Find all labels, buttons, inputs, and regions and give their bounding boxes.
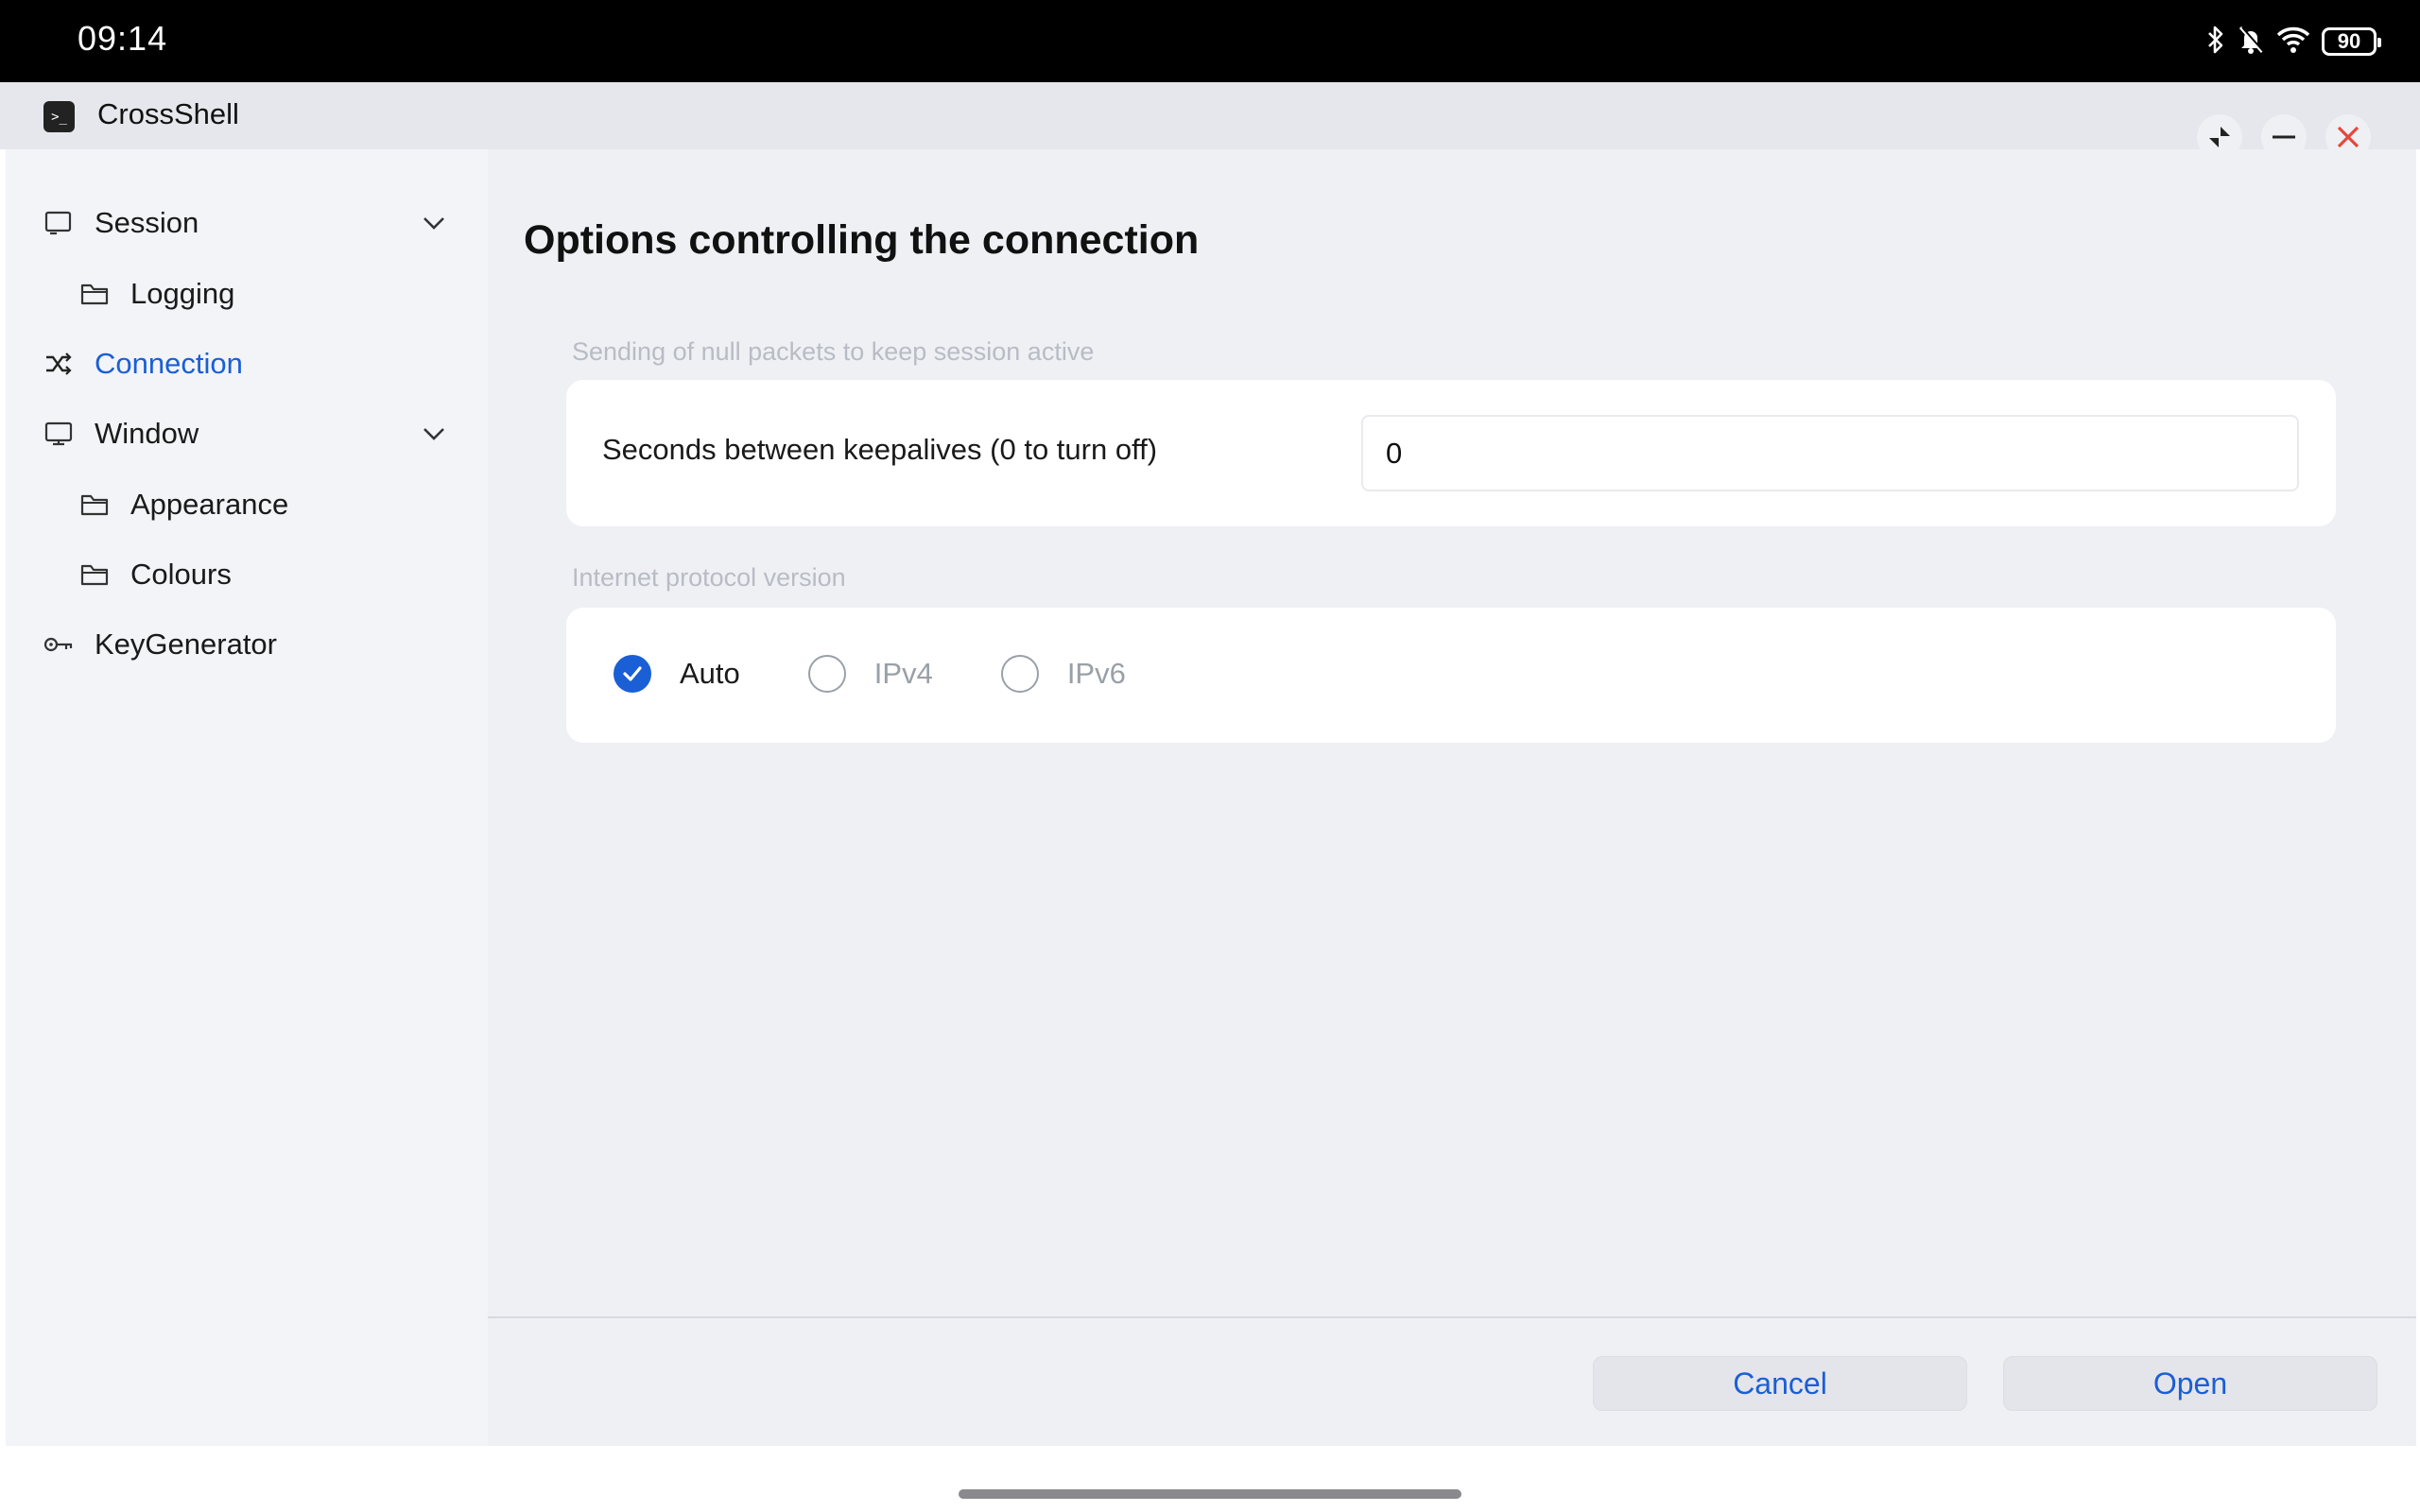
page-title: Options controlling the connection — [524, 217, 1200, 263]
sidebar-item-session[interactable]: Session — [6, 196, 488, 250]
folder-icon — [78, 488, 112, 522]
keepalive-caption: Sending of null packets to keep session … — [572, 337, 1095, 366]
sidebar-item-keygenerator[interactable]: KeyGenerator — [6, 617, 488, 672]
keepalive-label: Seconds between keepalives (0 to turn of… — [602, 433, 1158, 466]
folder-icon — [78, 558, 112, 592]
sidebar-item-label: Appearance — [130, 488, 289, 521]
radio-label: IPv6 — [1066, 657, 1126, 690]
radio-circle-icon — [807, 655, 846, 693]
battery-icon: 90 — [2322, 27, 2381, 56]
sidebar-item-window[interactable]: Window — [6, 406, 488, 461]
keepalive-card: Seconds between keepalives (0 to turn of… — [566, 380, 2336, 526]
folder-icon — [78, 277, 112, 311]
radio-ipv6[interactable]: IPv6 — [1000, 655, 1126, 693]
protocol-caption: Internet protocol version — [572, 563, 846, 592]
shuffle-icon — [42, 347, 76, 381]
radio-ipv4[interactable]: IPv4 — [807, 655, 933, 693]
sidebar-item-colours[interactable]: Colours — [6, 547, 488, 602]
cancel-button[interactable]: Cancel — [1593, 1356, 1967, 1411]
monitor-icon — [42, 206, 76, 240]
protocol-card: Auto IPv4 IPv6 — [566, 608, 2336, 743]
sidebar-item-label: Session — [95, 206, 199, 239]
sidebar-item-appearance[interactable]: Appearance — [6, 477, 488, 532]
radio-label: Auto — [680, 657, 740, 690]
home-indicator[interactable] — [959, 1489, 1461, 1499]
sidebar-item-label: Window — [95, 417, 199, 450]
radio-auto[interactable]: Auto — [614, 655, 740, 693]
terminal-icon: >_ — [43, 101, 75, 132]
sidebar-item-label: Colours — [130, 558, 232, 591]
key-icon — [42, 627, 76, 662]
open-button[interactable]: Open — [2003, 1356, 2377, 1411]
wifi-icon — [2276, 26, 2310, 59]
sidebar: Session Logging Connection Window Appear… — [6, 149, 488, 1446]
radio-circle-icon — [1000, 655, 1039, 693]
sidebar-item-label: Connection — [95, 347, 243, 380]
status-bar: 09:14 90 — [0, 0, 2420, 82]
title-bar: >_ CrossShell — [0, 82, 2420, 160]
keepalive-input[interactable]: 0 — [1361, 415, 2299, 491]
protocol-radio-group: Auto IPv4 IPv6 — [614, 655, 1194, 693]
app-title: CrossShell — [97, 97, 239, 130]
footer-divider — [488, 1316, 2416, 1318]
radio-label: IPv4 — [873, 657, 933, 690]
bluetooth-icon — [2206, 25, 2225, 60]
sidebar-item-logging[interactable]: Logging — [6, 266, 488, 321]
main-content: Options controlling the connection Sendi… — [488, 149, 2416, 1446]
sidebar-item-label: Logging — [130, 277, 235, 310]
bottom-area — [0, 1446, 2420, 1512]
clock: 09:14 — [78, 19, 168, 58]
chevron-down-icon[interactable] — [420, 420, 448, 455]
sidebar-item-label: KeyGenerator — [95, 627, 277, 661]
checkmark-icon — [614, 655, 651, 693]
app-window: >_ CrossShell Session Logging Connection… — [0, 82, 2420, 1512]
bell-muted-icon — [2237, 25, 2265, 60]
sidebar-item-connection[interactable]: Connection — [6, 336, 488, 391]
chevron-down-icon[interactable] — [420, 209, 448, 245]
system-icons: 90 — [2206, 25, 2381, 60]
display-icon — [42, 417, 76, 451]
